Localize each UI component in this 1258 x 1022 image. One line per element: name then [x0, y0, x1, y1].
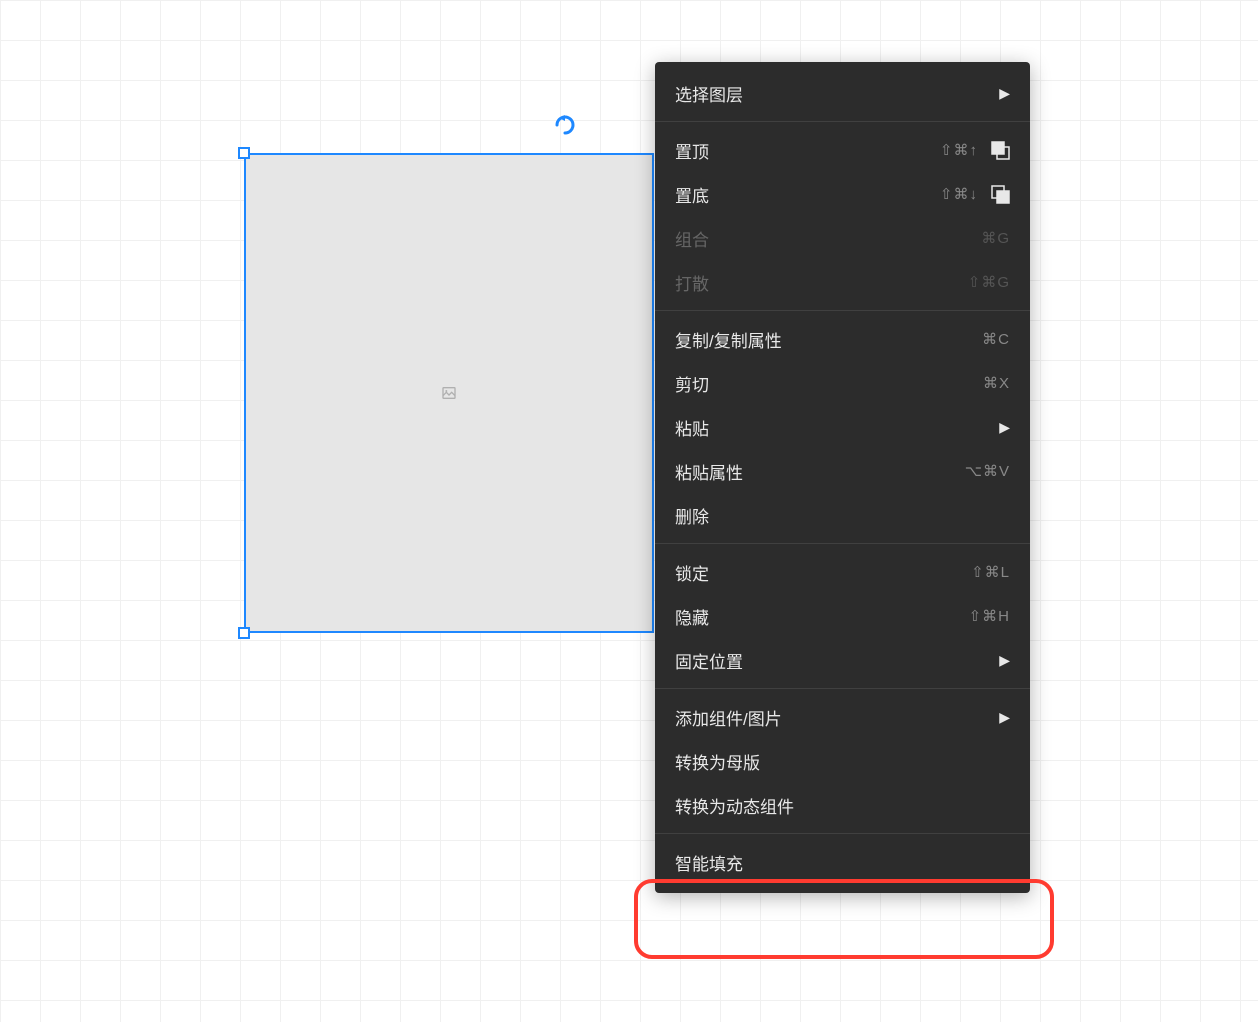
menu-section: 智能填充 [655, 837, 1030, 887]
chevron-right-icon: ▶ [999, 419, 1010, 436]
menu-item-convert-to-master[interactable]: 转换为母版 [655, 739, 1030, 783]
menu-shortcut: ⌘G [981, 229, 1010, 247]
menu-item-label: 打散 [675, 270, 968, 295]
menu-item-label: 置底 [675, 182, 940, 207]
menu-item-paste-properties[interactable]: 粘贴属性 ⌥⌘V [655, 449, 1030, 493]
menu-divider [655, 688, 1030, 689]
menu-shortcut: ⇧⌘↑ [940, 141, 978, 159]
selection-handle-top-left[interactable] [238, 147, 250, 159]
menu-section: 选择图层 ▶ [655, 68, 1030, 118]
context-menu: 选择图层 ▶ 置顶 ⇧⌘↑ 置底 ⇧⌘↓ [655, 62, 1030, 893]
menu-item-select-layer[interactable]: 选择图层 ▶ [655, 71, 1030, 115]
menu-item-ungroup: 打散 ⇧⌘G [655, 260, 1030, 304]
menu-item-label: 删除 [675, 503, 1010, 528]
menu-item-label: 固定位置 [675, 648, 999, 673]
menu-shortcut: ⇧⌘H [969, 607, 1010, 625]
menu-divider [655, 121, 1030, 122]
menu-shortcut: ⌥⌘V [965, 462, 1010, 480]
menu-item-paste[interactable]: 粘贴 ▶ [655, 405, 1030, 449]
selected-shape[interactable] [244, 153, 654, 633]
menu-item-label: 添加组件/图片 [675, 705, 999, 730]
menu-item-send-to-back[interactable]: 置底 ⇧⌘↓ [655, 172, 1030, 216]
menu-item-add-component[interactable]: 添加组件/图片 ▶ [655, 695, 1030, 739]
menu-item-label: 剪切 [675, 371, 983, 396]
menu-item-label: 转换为母版 [675, 749, 1010, 774]
menu-item-label: 组合 [675, 226, 981, 251]
menu-divider [655, 310, 1030, 311]
menu-item-smart-fill[interactable]: 智能填充 [655, 840, 1030, 884]
menu-item-label: 粘贴 [675, 415, 999, 440]
menu-divider [655, 833, 1030, 834]
menu-section: 锁定 ⇧⌘L 隐藏 ⇧⌘H 固定位置 ▶ [655, 547, 1030, 685]
menu-item-group: 组合 ⌘G [655, 216, 1030, 260]
menu-item-delete[interactable]: 删除 [655, 493, 1030, 537]
selection-handle-bottom-left[interactable] [238, 627, 250, 639]
menu-item-label: 置顶 [675, 138, 940, 163]
menu-shortcut: ⇧⌘↓ [940, 185, 978, 203]
menu-shortcut: ⇧⌘G [968, 273, 1010, 291]
rotate-icon[interactable] [553, 113, 577, 137]
menu-item-label: 转换为动态组件 [675, 793, 1010, 818]
chevron-right-icon: ▶ [999, 85, 1010, 102]
chevron-right-icon: ▶ [999, 709, 1010, 726]
menu-divider [655, 543, 1030, 544]
menu-item-copy[interactable]: 复制/复制属性 ⌘C [655, 317, 1030, 361]
menu-item-label: 智能填充 [675, 850, 1010, 875]
menu-section: 复制/复制属性 ⌘C 剪切 ⌘X 粘贴 ▶ 粘贴属性 ⌥⌘V 删除 [655, 314, 1030, 540]
send-to-back-icon [990, 184, 1010, 204]
menu-section: 添加组件/图片 ▶ 转换为母版 转换为动态组件 [655, 692, 1030, 830]
menu-item-label: 锁定 [675, 560, 971, 585]
menu-item-label: 粘贴属性 [675, 459, 965, 484]
menu-item-fix-position[interactable]: 固定位置 ▶ [655, 638, 1030, 682]
menu-item-hide[interactable]: 隐藏 ⇧⌘H [655, 594, 1030, 638]
menu-shortcut: ⇧⌘L [971, 563, 1010, 581]
menu-item-label: 选择图层 [675, 81, 999, 106]
chevron-right-icon: ▶ [999, 652, 1010, 669]
menu-section: 置顶 ⇧⌘↑ 置底 ⇧⌘↓ [655, 125, 1030, 307]
menu-item-label: 复制/复制属性 [675, 327, 982, 352]
menu-item-label: 隐藏 [675, 604, 969, 629]
image-placeholder-icon [441, 385, 457, 401]
menu-shortcut: ⌘C [982, 330, 1010, 348]
menu-item-bring-to-front[interactable]: 置顶 ⇧⌘↑ [655, 128, 1030, 172]
menu-item-lock[interactable]: 锁定 ⇧⌘L [655, 550, 1030, 594]
menu-item-convert-to-dynamic[interactable]: 转换为动态组件 [655, 783, 1030, 827]
bring-to-front-icon [990, 140, 1010, 160]
menu-item-cut[interactable]: 剪切 ⌘X [655, 361, 1030, 405]
menu-shortcut: ⌘X [983, 374, 1010, 392]
